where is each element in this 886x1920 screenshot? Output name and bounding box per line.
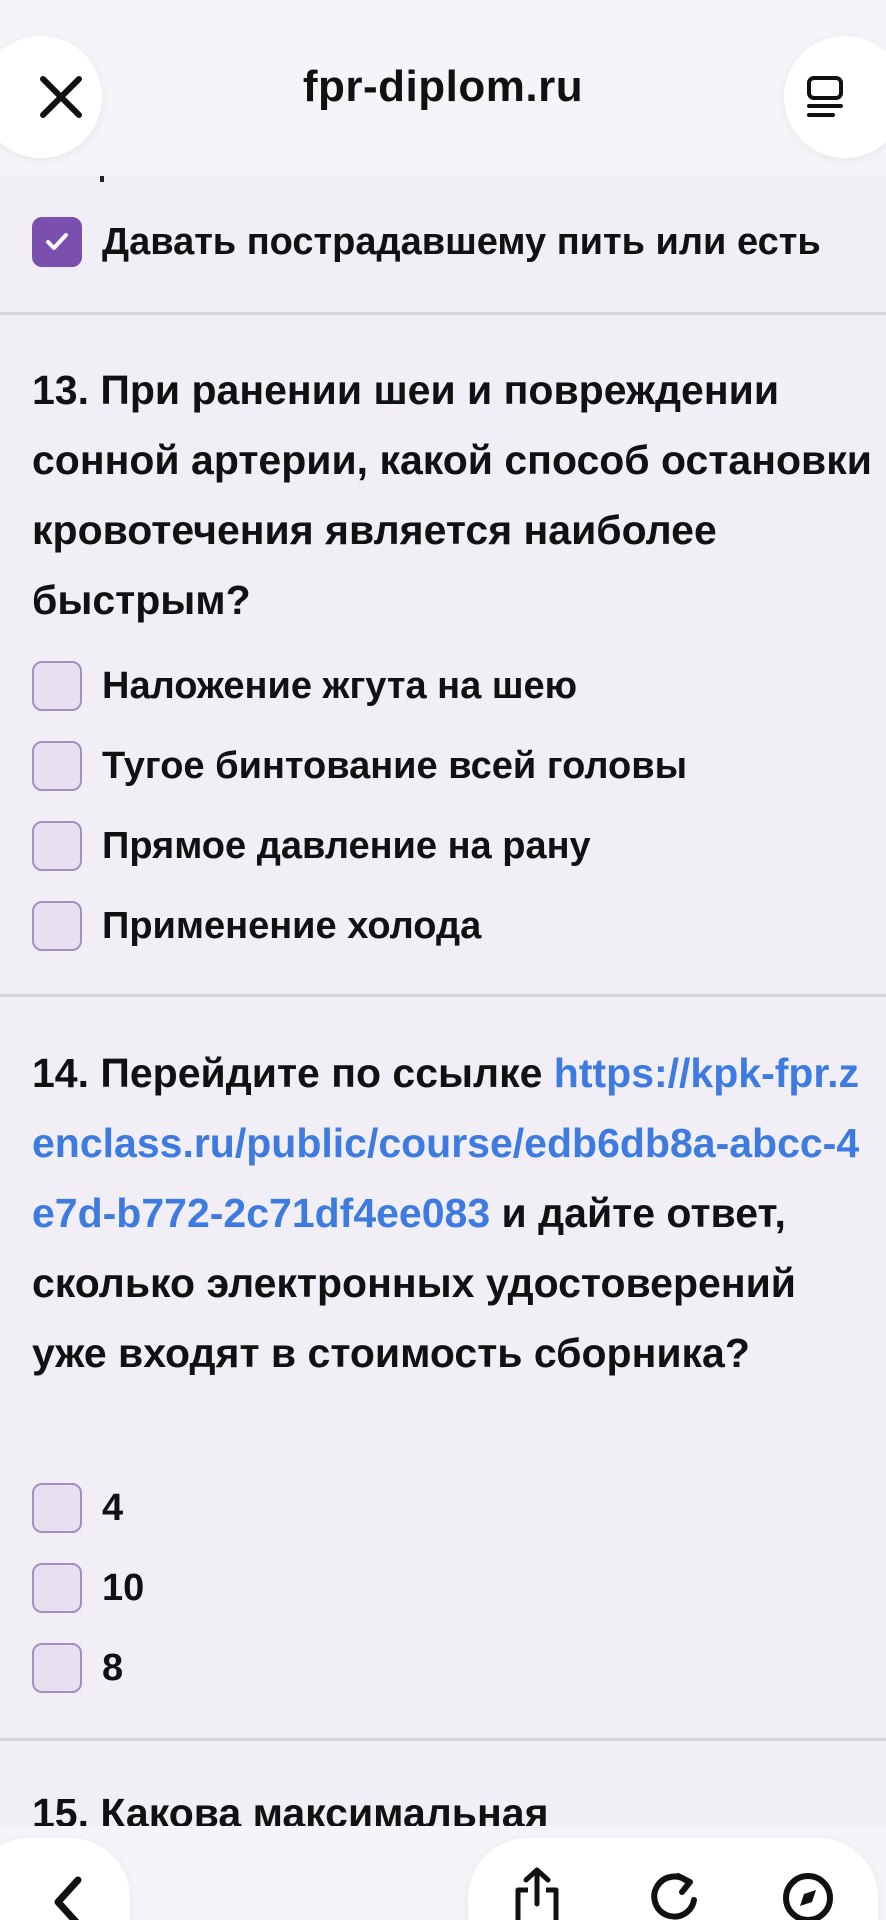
option-label: Тугое бинтование всей головы bbox=[102, 744, 688, 787]
checkbox[interactable] bbox=[32, 901, 82, 951]
checkbox[interactable] bbox=[32, 1483, 82, 1533]
checkbox[interactable] bbox=[32, 821, 82, 871]
option-label: Прямое давление на рану bbox=[102, 824, 591, 867]
share-icon[interactable] bbox=[512, 1866, 562, 1920]
checkmark-icon bbox=[46, 233, 68, 250]
option-label: 10 bbox=[102, 1566, 145, 1609]
actions-pill bbox=[468, 1838, 878, 1920]
divider bbox=[0, 1738, 886, 1741]
question-13-text: 13. При ранении шеи и повреждении сонной… bbox=[32, 367, 872, 623]
divider bbox=[0, 312, 886, 315]
checkbox[interactable] bbox=[32, 741, 82, 791]
browser-top-bar: fpr-diplom.ru bbox=[0, 0, 886, 176]
q14-option-3[interactable]: 8 bbox=[32, 1642, 123, 1694]
q13-option-4[interactable]: Применение холода bbox=[32, 900, 481, 952]
reload-icon[interactable] bbox=[648, 1870, 702, 1920]
checkbox[interactable] bbox=[32, 1563, 82, 1613]
divider bbox=[0, 994, 886, 997]
back-button[interactable] bbox=[0, 1838, 130, 1920]
question-14-text: 14. Перейдите по ссылке https://kpk-fpr.… bbox=[32, 1038, 872, 1388]
reader-menu-icon bbox=[807, 76, 843, 117]
q14-option-1[interactable]: 4 bbox=[32, 1482, 123, 1534]
checkbox[interactable] bbox=[32, 1643, 82, 1693]
option-label: 4 bbox=[102, 1486, 124, 1529]
site-title: fpr-diplom.ru bbox=[302, 62, 584, 111]
question-14-prefix: 14. Перейдите по ссылке bbox=[32, 1050, 554, 1096]
q13-option-2[interactable]: Тугое бинтование всей головы bbox=[32, 740, 687, 792]
option-label: Давать пострадавшему пить или есть bbox=[102, 220, 821, 263]
checkbox-checked[interactable] bbox=[32, 217, 82, 267]
browser-page: Давать пострадавшему пить или есть 13. П… bbox=[0, 0, 886, 1920]
option-label: 8 bbox=[102, 1646, 124, 1689]
q12-option[interactable]: Давать пострадавшему пить или есть bbox=[32, 216, 821, 268]
option-label: Применение холода bbox=[102, 904, 482, 947]
reader-menu-button[interactable] bbox=[784, 36, 886, 158]
compass-icon[interactable] bbox=[780, 1870, 836, 1920]
browser-bottom-bar bbox=[0, 1826, 886, 1920]
option-label: Наложение жгута на шею bbox=[102, 664, 578, 707]
chevron-left-icon bbox=[54, 1876, 82, 1920]
q13-option-1[interactable]: Наложение жгута на шею bbox=[32, 660, 577, 712]
q13-option-3[interactable]: Прямое давление на рану bbox=[32, 820, 591, 872]
q14-option-2[interactable]: 10 bbox=[32, 1562, 144, 1614]
checkbox[interactable] bbox=[32, 661, 82, 711]
